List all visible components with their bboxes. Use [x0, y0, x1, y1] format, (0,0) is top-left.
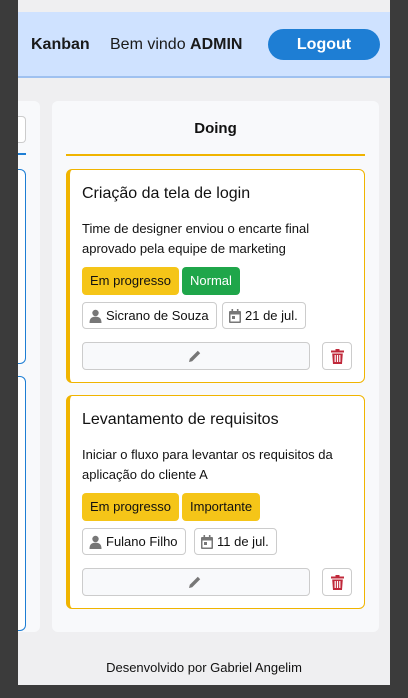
- welcome-message: Bem vindo ADMIN: [110, 36, 242, 54]
- priority-badge: Importante: [182, 493, 261, 521]
- assignee-chip: Sicrano de Souza: [82, 302, 217, 329]
- card-description: Time de designer enviou o encarte final …: [82, 221, 310, 256]
- trash-icon: [331, 575, 344, 590]
- doing-column: Doing Criação da tela de login Time de d…: [52, 101, 379, 632]
- card-title: Levantamento de requisitos: [82, 411, 279, 428]
- date-chip: 21 de jul.: [222, 302, 306, 329]
- priority-badge: Normal: [182, 267, 240, 295]
- delete-button[interactable]: [322, 568, 352, 596]
- card-description: Iniciar o fluxo para levantar os requisi…: [82, 447, 333, 482]
- app-viewport: Kanban Bem vindo ADMIN Logout Doing Cria…: [18, 0, 390, 685]
- trash-icon: [331, 349, 344, 364]
- column-divider: [66, 154, 365, 156]
- task-card[interactable]: Criação da tela de login Time de designe…: [66, 169, 365, 383]
- pencil-icon: [189, 576, 201, 588]
- brand-title[interactable]: Kanban: [31, 36, 90, 54]
- window-frame: [390, 0, 408, 698]
- previous-column: [18, 101, 40, 632]
- column-divider: [18, 153, 26, 155]
- due-date: 21 de jul.: [245, 308, 298, 323]
- footer-credit: Desenvolvido por Gabriel Angelim: [106, 660, 302, 675]
- task-card[interactable]: [18, 169, 26, 364]
- task-card[interactable]: Levantamento de requisitos Iniciar o flu…: [66, 395, 365, 609]
- due-date: 11 de jul.: [217, 534, 269, 549]
- welcome-prefix: Bem vindo: [110, 36, 186, 53]
- person-icon: [89, 535, 102, 549]
- assignee-chip: Fulano Filho: [82, 528, 186, 555]
- calendar-icon: [229, 308, 241, 323]
- person-icon: [89, 309, 102, 323]
- pencil-icon: [189, 350, 201, 362]
- new-task-input[interactable]: [18, 116, 26, 143]
- edit-button[interactable]: [82, 342, 310, 370]
- logout-button[interactable]: Logout: [268, 29, 380, 60]
- date-chip: 11 de jul.: [194, 528, 277, 555]
- calendar-icon: [201, 534, 213, 549]
- assignee-name: Sicrano de Souza: [106, 308, 209, 323]
- welcome-user: ADMIN: [190, 36, 243, 53]
- card-title: Criação da tela de login: [82, 185, 251, 202]
- edit-button[interactable]: [82, 568, 310, 596]
- column-title: Doing: [194, 120, 237, 137]
- navbar: Kanban Bem vindo ADMIN Logout: [18, 12, 390, 78]
- status-badge: Em progresso: [82, 267, 179, 295]
- window-frame: [0, 685, 408, 698]
- assignee-name: Fulano Filho: [106, 534, 178, 549]
- delete-button[interactable]: [322, 342, 352, 370]
- status-badge: Em progresso: [82, 493, 179, 521]
- task-card[interactable]: [18, 376, 26, 631]
